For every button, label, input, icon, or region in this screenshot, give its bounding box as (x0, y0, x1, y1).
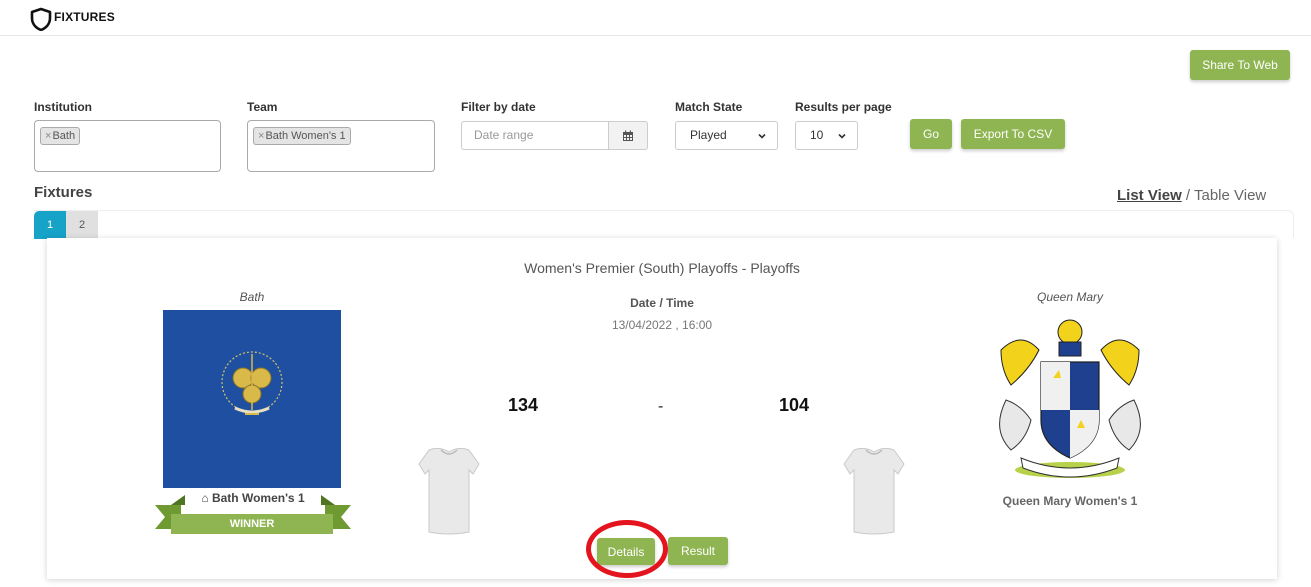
calendar-icon (623, 130, 633, 141)
institution-tag[interactable]: ×Bath (40, 127, 81, 145)
queen-mary-crest-icon (999, 319, 1141, 478)
match-state-label: Match State (675, 100, 743, 114)
tag-remove-icon[interactable]: × (258, 130, 264, 142)
top-bar: FIXTURES (0, 0, 1311, 36)
results-per-page-value: 10 (810, 128, 824, 142)
institution-select[interactable]: ×Bath (34, 120, 221, 172)
share-to-web-button[interactable]: Share To Web (1190, 50, 1290, 80)
result-button[interactable]: Result (668, 537, 728, 565)
winner-badge: WINNER (171, 514, 333, 534)
home-shirt-icon (418, 447, 480, 535)
match-state-value: Played (690, 128, 727, 142)
date-range-input[interactable]: Date range (461, 121, 608, 150)
go-button[interactable]: Go (910, 119, 952, 149)
institution-tag-label: Bath (52, 130, 76, 142)
home-team-name: Bath Women's 1 (211, 491, 305, 505)
institution-label: Institution (34, 100, 92, 114)
details-button[interactable]: Details (597, 538, 655, 565)
chevron-down-icon (758, 133, 766, 139)
home-crest-logo (163, 310, 341, 488)
export-csv-button[interactable]: Export To CSV (961, 119, 1065, 149)
pagination: 1 2 (34, 210, 1294, 239)
view-separator: / (1181, 187, 1194, 204)
chevron-down-icon (838, 133, 846, 139)
bath-crest-icon (221, 351, 283, 415)
team-select[interactable]: ×Bath Women's 1 (247, 120, 435, 172)
tag-remove-icon[interactable]: × (45, 130, 51, 142)
page-1-button[interactable]: 1 (34, 211, 66, 239)
calendar-button[interactable] (608, 121, 648, 150)
fixture-card: Women's Premier (South) Playoffs - Playo… (47, 238, 1277, 579)
team-tag[interactable]: ×Bath Women's 1 (253, 127, 351, 145)
view-toggle: List View / Table View (1117, 187, 1266, 204)
away-score: 104 (779, 395, 810, 415)
away-team-label: Queen Mary Women's 1 (1002, 494, 1138, 508)
home-team-label: ⌂ Bath Women's 1 (186, 491, 320, 505)
competition-title: Women's Premier (South) Playoffs - Playo… (524, 260, 800, 276)
team-tag-label: Bath Women's 1 (265, 130, 346, 142)
date-filter-label: Filter by date (461, 100, 536, 114)
team-label: Team (247, 100, 278, 114)
home-icon: ⌂ (201, 491, 209, 505)
home-score: 134 (508, 395, 539, 415)
match-state-select[interactable]: Played (675, 121, 778, 150)
datetime-label: Date / Time (630, 296, 694, 310)
score-separator: - (658, 398, 664, 415)
fixtures-heading: Fixtures (34, 184, 93, 201)
away-crest-logo (981, 310, 1159, 488)
list-view-link[interactable]: List View (1117, 187, 1182, 204)
results-per-page-label: Results per page (795, 100, 892, 114)
page-2-button[interactable]: 2 (66, 211, 98, 239)
results-per-page-select[interactable]: 10 (795, 121, 858, 150)
table-view-link[interactable]: Table View (1194, 187, 1266, 204)
away-shirt-icon (843, 447, 905, 535)
page-title: FIXTURES (54, 10, 115, 24)
shield-icon (30, 7, 52, 31)
